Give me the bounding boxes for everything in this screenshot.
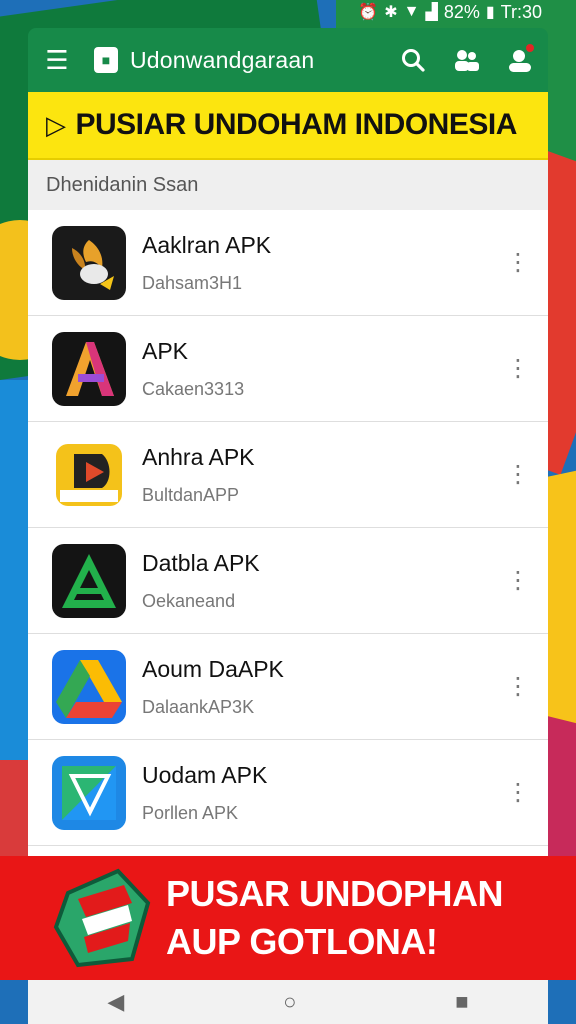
app-name: Aaklran APK xyxy=(142,231,272,258)
list-item[interactable]: Aoum DaAPK DalaankAP3K ⋮ xyxy=(28,634,548,740)
users-icon xyxy=(455,50,479,71)
app-subtitle: Dahsam3H1 xyxy=(142,272,243,293)
more-options-icon[interactable]: ⋮ xyxy=(488,566,548,595)
dark-bird-app-icon xyxy=(52,225,126,300)
app-name: Aoum DaAPK xyxy=(142,655,284,682)
battery-percent: 82% xyxy=(443,1,480,22)
signal-icon: ▟ xyxy=(425,4,438,21)
alarm-icon: ⏰ xyxy=(358,4,379,21)
search-button[interactable] xyxy=(386,28,440,92)
section-header: Dhenidanin Ssan xyxy=(28,160,548,210)
wifi-icon: ▼ xyxy=(403,3,420,20)
green-triangle-app-icon xyxy=(52,543,126,618)
bluetooth-icon: ✱ xyxy=(384,4,398,21)
list-item[interactable]: Datbla APK Oekaneand ⋮ xyxy=(28,528,548,634)
play-outline-icon: ▷ xyxy=(46,109,66,140)
app-subtitle: Oekaneand xyxy=(142,590,236,611)
app-bar: ☰ ■ Udonwandgaraan xyxy=(28,28,548,92)
promo-line-2: AUP GOTLONA! xyxy=(166,921,438,962)
title-banner: ▷ PUSIAR UNDOHAM INDONESIA xyxy=(28,92,548,160)
list-item[interactable]: APK Cakaen3313 ⋮ xyxy=(28,316,548,422)
more-options-icon[interactable]: ⋮ xyxy=(488,778,548,807)
app-name: Uodam APK xyxy=(142,761,268,788)
menu-icon[interactable]: ☰ xyxy=(28,45,86,76)
drive-triangle-app-icon xyxy=(52,649,126,724)
home-icon[interactable]: ○ xyxy=(283,989,296,1015)
shield-logo-icon xyxy=(53,868,151,968)
promo-banner[interactable]: PUSAR UNDOPHAN AUP GOTLONA! xyxy=(0,856,576,980)
promo-line-1: PUSAR UNDOPHAN xyxy=(166,873,504,914)
app-logo-icon: ■ xyxy=(94,47,118,73)
list-item[interactable]: Aaklran APK Dahsam3H1 ⋮ xyxy=(28,210,548,316)
list-item[interactable]: Anhra APK BultdanAPP ⋮ xyxy=(28,422,548,528)
app-subtitle: Porllen APK xyxy=(142,802,239,823)
profile-switch-button[interactable] xyxy=(440,28,494,92)
more-options-icon[interactable]: ⋮ xyxy=(488,672,548,701)
app-name: Anhra APK xyxy=(142,443,255,470)
more-options-icon[interactable]: ⋮ xyxy=(488,460,548,489)
back-icon[interactable]: ◀ xyxy=(107,989,124,1015)
battery-icon: ▮ xyxy=(485,4,495,21)
letter-a-app-icon xyxy=(52,331,126,406)
recents-icon[interactable]: ■ xyxy=(455,989,468,1015)
app-title: Udonwandgaraan xyxy=(130,46,315,73)
search-icon xyxy=(402,49,425,72)
clock: Tr:30 xyxy=(500,1,542,22)
system-nav-bar: ◀ ○ ■ xyxy=(28,980,548,1024)
app-subtitle: DalaankAP3K xyxy=(142,696,255,717)
app-subtitle: BultdanAPP xyxy=(142,484,240,505)
banner-title: PUSIAR UNDOHAM INDONESIA xyxy=(75,108,518,141)
list-item[interactable]: Uodam APK Porllen APK ⋮ xyxy=(28,740,548,846)
yellow-tag-app-icon xyxy=(52,437,126,512)
app-name: Datbla APK xyxy=(142,549,260,576)
more-options-icon[interactable]: ⋮ xyxy=(488,248,548,277)
app-subtitle: Cakaen3313 xyxy=(142,378,245,399)
status-bar: ⏰ ✱ ▼ ▟ 82% ▮ Tr:30 xyxy=(0,0,576,24)
notification-badge xyxy=(524,42,536,54)
play-store-app-icon xyxy=(52,755,126,830)
app-list: Aaklran APK Dahsam3H1 ⋮ APK Cakaen3313 ⋮ xyxy=(28,210,548,856)
account-button[interactable] xyxy=(494,28,548,92)
more-options-icon[interactable]: ⋮ xyxy=(488,354,548,383)
app-name: APK xyxy=(142,337,189,364)
